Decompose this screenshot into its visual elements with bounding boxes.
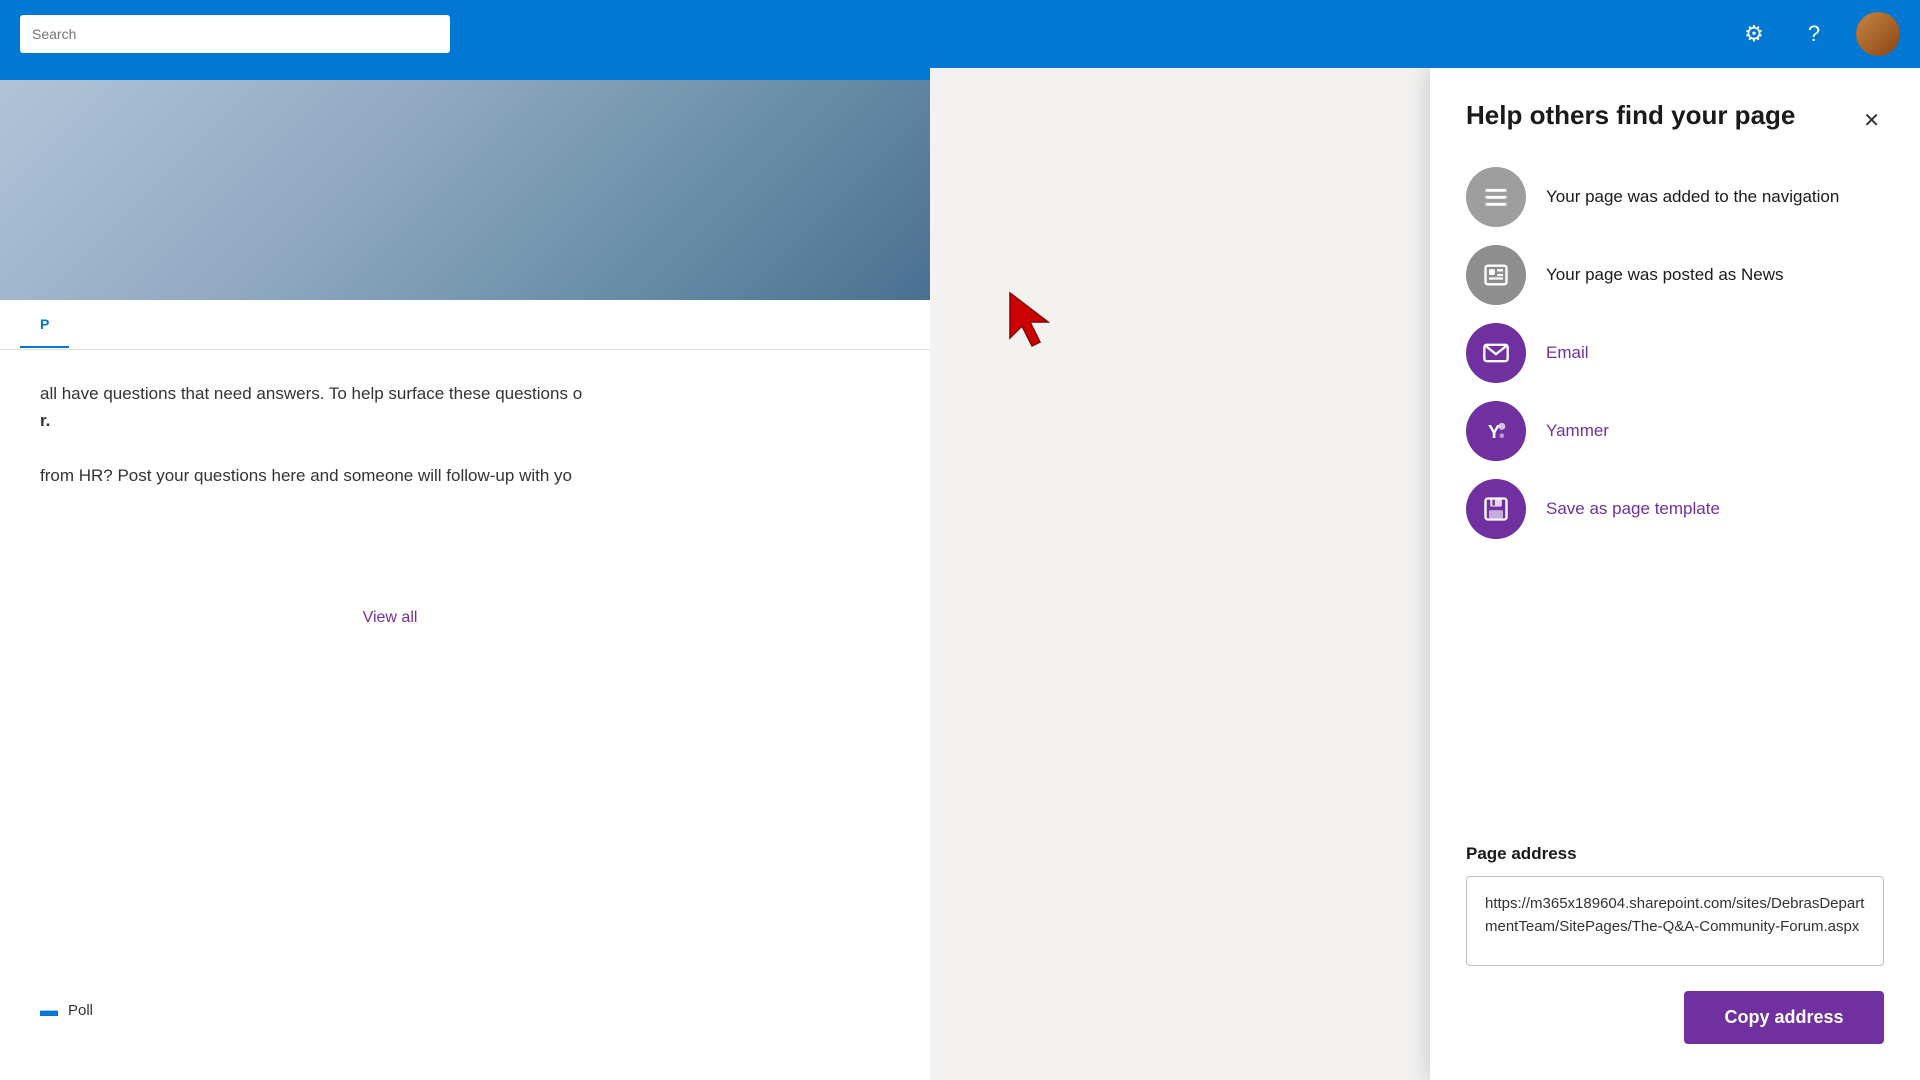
nav-left (20, 15, 450, 53)
action-item-news[interactable]: Your page was posted as News (1466, 245, 1884, 305)
content-line3: from HR? Post your questions here and so… (40, 466, 572, 485)
page-tab-p[interactable]: P (20, 302, 69, 348)
page-address-section: Page address Copy address (1466, 844, 1884, 1044)
main-content: P all have questions that need answers. … (0, 68, 1920, 1080)
panel-title: Help others find your page (1466, 100, 1795, 131)
page-area: P all have questions that need answers. … (0, 68, 930, 1080)
action-item-email[interactable]: Email (1466, 323, 1884, 383)
yammer-label: Yammer (1546, 421, 1609, 441)
action-item-template[interactable]: Save as page template (1466, 479, 1884, 539)
user-avatar[interactable] (1856, 12, 1900, 56)
email-label: Email (1546, 343, 1589, 363)
bottom-list-item: ▬ Poll (40, 1000, 690, 1021)
search-input[interactable] (32, 26, 438, 42)
page-content: all have questions that need answers. To… (40, 380, 860, 489)
bottom-item-label: Poll (68, 1002, 93, 1019)
page-body: all have questions that need answers. To… (0, 350, 930, 657)
news-label: Your page was posted as News (1546, 265, 1784, 285)
newspaper-icon (1482, 261, 1510, 289)
page-address-input[interactable] (1466, 876, 1884, 966)
action-item-yammer[interactable]: Y Yammer (1466, 401, 1884, 461)
search-box-container[interactable] (20, 15, 450, 53)
help-panel: Help others find your page ✕ Your page w… (1430, 68, 1920, 1080)
yammer-icon: Y (1466, 401, 1526, 461)
content-line2: r. (40, 411, 50, 430)
navigation-label: Your page was added to the navigation (1546, 187, 1839, 207)
bottom-section: ▬ Poll (0, 980, 730, 1080)
news-icon (1466, 245, 1526, 305)
panel-header: Help others find your page ✕ (1466, 100, 1884, 137)
action-list: Your page was added to the navigation Yo… (1466, 167, 1884, 539)
email-envelope-icon (1482, 339, 1510, 367)
top-navigation: ⚙ ? (0, 0, 1920, 68)
template-label: Save as page template (1546, 499, 1720, 519)
save-template-icon (1466, 479, 1526, 539)
avatar-image (1856, 12, 1900, 56)
svg-text:Y: Y (1488, 421, 1501, 442)
red-cursor-icon (1000, 288, 1060, 348)
menu-icon (1482, 183, 1510, 211)
page-header-bar (0, 68, 930, 80)
help-icon[interactable]: ? (1796, 16, 1832, 52)
floppy-disk-icon (1482, 495, 1510, 523)
email-icon (1466, 323, 1526, 383)
panel-close-button[interactable]: ✕ (1859, 104, 1884, 137)
view-all-link[interactable]: View all (40, 609, 740, 627)
settings-icon[interactable]: ⚙ (1736, 16, 1772, 52)
navigation-icon (1466, 167, 1526, 227)
content-line1: all have questions that need answers. To… (40, 384, 582, 403)
page-tab-bar: P (0, 300, 930, 350)
action-item-navigation[interactable]: Your page was added to the navigation (1466, 167, 1884, 227)
list-bar-icon: ▬ (40, 1000, 58, 1021)
yammer-logo-icon: Y (1482, 417, 1510, 445)
nav-right: ⚙ ? (1736, 12, 1900, 56)
copy-address-button[interactable]: Copy address (1684, 991, 1884, 1044)
page-address-label: Page address (1466, 844, 1884, 864)
page-header-image (0, 80, 930, 300)
